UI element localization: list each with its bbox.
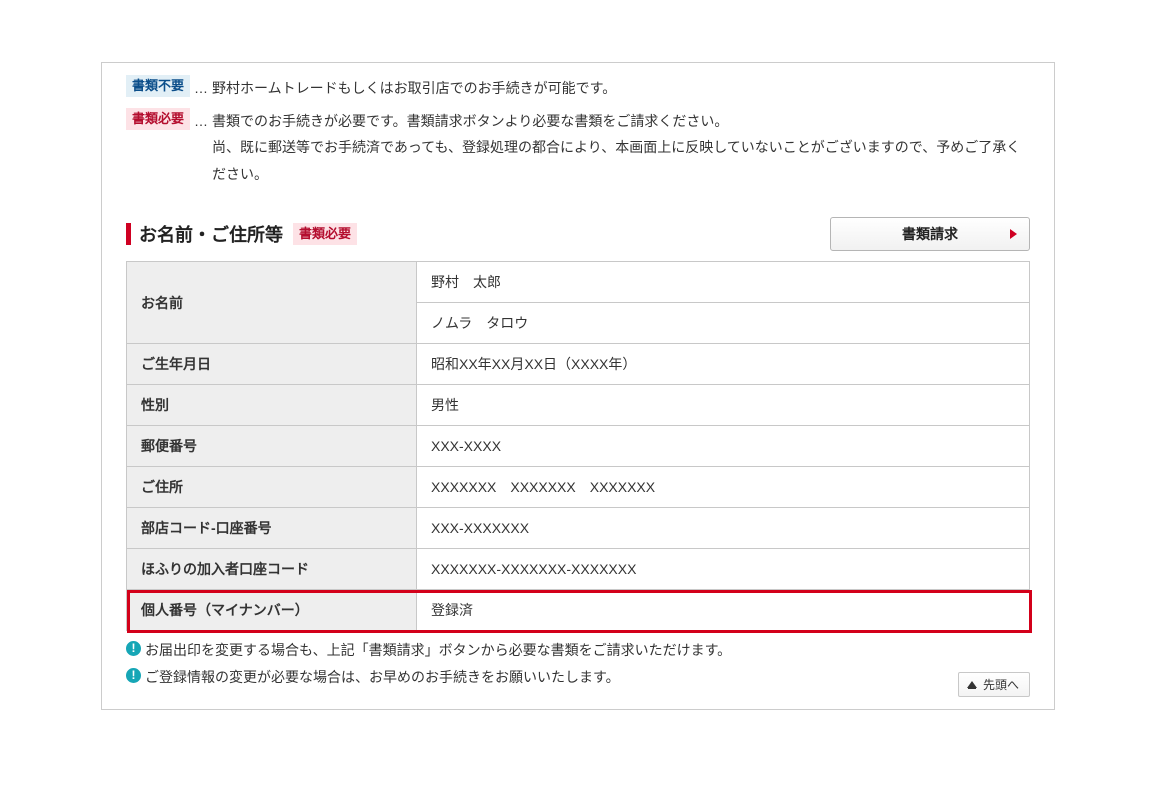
notes: ! お届出印を変更する場合も、上記「書類請求」ボタンから必要な書類をご請求いただ… (126, 637, 1030, 690)
document-request-button[interactable]: 書類請求 (830, 217, 1030, 251)
section-header: お名前・ご住所等 書類必要 書類請求 (126, 217, 1030, 251)
legend-not-needed-text: 野村ホームトレードもしくはお取引店でのお手続きが可能です。 (212, 75, 616, 102)
document-request-label: 書類請求 (902, 224, 958, 244)
cell-label: お名前 (127, 262, 417, 344)
section-title: お名前・ご住所等 (139, 221, 283, 247)
section-bar-icon (126, 223, 131, 245)
note-line: ! ご登録情報の変更が必要な場合は、お早めのお手続きをお願いいたします。 (126, 664, 1030, 691)
cell-label: 個人番号（マイナンバー） (127, 590, 417, 631)
table-row: お名前 野村 太郎 (127, 262, 1030, 303)
section-badge: 書類必要 (293, 223, 357, 245)
cell-value: XXX-XXXXXXX (417, 508, 1030, 549)
cell-label: ご住所 (127, 467, 417, 508)
cell-label: 郵便番号 (127, 426, 417, 467)
legend-needed: 書類必要 … 書類でのお手続きが必要です。書類請求ボタンより必要な書類をご請求く… (126, 108, 1030, 188)
legend-sep: … (190, 75, 212, 102)
info-panel: 書類不要 … 野村ホームトレードもしくはお取引店でのお手続きが可能です。 書類必… (101, 62, 1055, 710)
info-icon: ! (126, 641, 141, 656)
legend-needed-text2: 尚、既に郵送等でお手続済であっても、登録処理の都合により、本画面上に反映していな… (212, 139, 1020, 182)
table-row: 郵便番号 XXX-XXXX (127, 426, 1030, 467)
cell-label: ご生年月日 (127, 344, 417, 385)
to-top-button[interactable]: 先頭へ (958, 672, 1030, 697)
section-title-wrap: お名前・ご住所等 書類必要 (126, 221, 357, 247)
table-row-highlight: 個人番号（マイナンバー） 登録済 (127, 590, 1030, 631)
note-text: ご登録情報の変更が必要な場合は、お早めのお手続きをお願いいたします。 (145, 664, 620, 691)
legend-needed-text1: 書類でのお手続きが必要です。書類請求ボタンより必要な書類をご請求ください。 (212, 113, 728, 129)
cell-value: 昭和XX年XX月XX日（XXXX年） (417, 344, 1030, 385)
to-top-label: 先頭へ (983, 676, 1019, 693)
legend-needed-text: 書類でのお手続きが必要です。書類請求ボタンより必要な書類をご請求ください。 尚、… (212, 108, 1030, 188)
cell-value: 野村 太郎 (417, 262, 1030, 303)
table-row: 性別 男性 (127, 385, 1030, 426)
cell-value: 男性 (417, 385, 1030, 426)
legend-not-needed: 書類不要 … 野村ホームトレードもしくはお取引店でのお手続きが可能です。 (126, 75, 1030, 102)
cell-value: ノムラ タロウ (417, 303, 1030, 344)
badge-needed: 書類必要 (126, 108, 190, 130)
customer-info-table: お名前 野村 太郎 ノムラ タロウ ご生年月日 昭和XX年XX月XX日（XXXX… (126, 261, 1030, 631)
table-row: ほふりの加入者口座コード XXXXXXX-XXXXXXX-XXXXXXX (127, 549, 1030, 590)
cell-value: XXX-XXXX (417, 426, 1030, 467)
cell-label: 性別 (127, 385, 417, 426)
table-row: ご生年月日 昭和XX年XX月XX日（XXXX年） (127, 344, 1030, 385)
table-row: ご住所 XXXXXXX XXXXXXX XXXXXXX (127, 467, 1030, 508)
cell-value: 登録済 (417, 590, 1030, 631)
cell-value: XXXXXXX-XXXXXXX-XXXXXXX (417, 549, 1030, 590)
badge-not-needed: 書類不要 (126, 75, 190, 97)
cell-value: XXXXXXX XXXXXXX XXXXXXX (417, 467, 1030, 508)
legend-sep: … (190, 108, 212, 188)
note-line: ! お届出印を変更する場合も、上記「書類請求」ボタンから必要な書類をご請求いただ… (126, 637, 1030, 664)
arrow-top-icon (967, 681, 977, 688)
arrow-right-icon (1010, 229, 1017, 239)
cell-label: 部店コード-口座番号 (127, 508, 417, 549)
table-row: 部店コード-口座番号 XXX-XXXXXXX (127, 508, 1030, 549)
info-icon: ! (126, 668, 141, 683)
note-text: お届出印を変更する場合も、上記「書類請求」ボタンから必要な書類をご請求いただけま… (145, 637, 731, 664)
cell-label: ほふりの加入者口座コード (127, 549, 417, 590)
